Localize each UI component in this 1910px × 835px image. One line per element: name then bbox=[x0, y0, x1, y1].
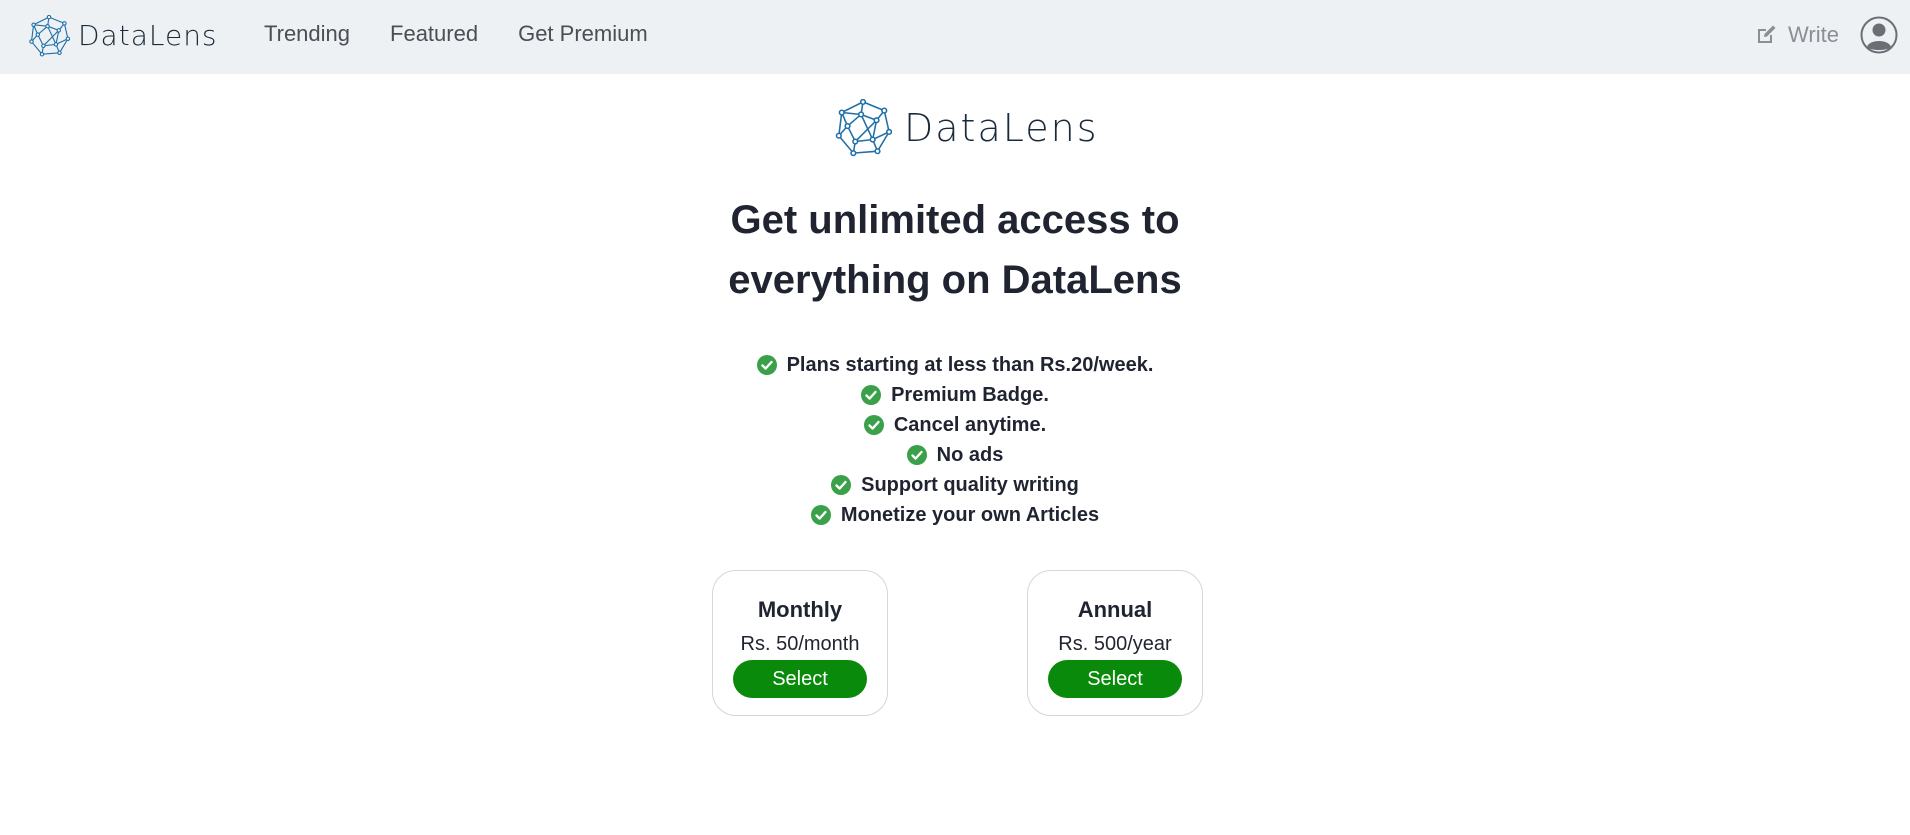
write-button[interactable]: Write bbox=[1754, 20, 1839, 50]
hero-brand-logo: DataLens bbox=[834, 98, 1099, 158]
plan-name: Monthly bbox=[757, 597, 843, 622]
feature-text: Monetize your own Articles bbox=[840, 503, 1100, 526]
nav-link-trending[interactable]: Trending bbox=[264, 21, 350, 47]
feature-list: Plans starting at less than Rs.20/week. … bbox=[0, 350, 1910, 530]
feature-item: Monetize your own Articles bbox=[0, 500, 1910, 530]
nav-link-featured[interactable]: Featured bbox=[390, 21, 478, 47]
brand-logo[interactable]: DataLens bbox=[28, 14, 218, 58]
user-avatar[interactable] bbox=[1860, 16, 1898, 54]
network-globe-icon bbox=[835, 99, 892, 157]
feature-item: Plans starting at less than Rs.20/week. bbox=[0, 350, 1910, 380]
check-circle-icon bbox=[906, 445, 927, 465]
check-circle-icon bbox=[831, 475, 852, 495]
feature-text: No ads bbox=[936, 443, 1004, 466]
pencil-square-icon bbox=[1758, 25, 1776, 43]
feature-text: Plans starting at less than Rs.20/week. bbox=[786, 353, 1154, 376]
feature-item: Premium Badge. bbox=[0, 380, 1910, 410]
page-headline: Get unlimited access to everything on Da… bbox=[0, 190, 1910, 310]
user-circle-icon bbox=[1860, 16, 1898, 54]
hero-brand-name: DataLens bbox=[904, 106, 1099, 150]
plan-price: Rs. 50/month bbox=[740, 633, 860, 655]
plan-card-annual: Annual Rs. 500/year Select bbox=[1027, 570, 1203, 716]
top-navbar: DataLens Trending Featured Get Premium W… bbox=[0, 0, 1910, 74]
headline-line-2: everything on DataLens bbox=[728, 258, 1182, 302]
check-circle-icon bbox=[863, 415, 884, 435]
headline-line-1: Get unlimited access to bbox=[730, 198, 1180, 242]
brand-name: DataLens bbox=[78, 19, 218, 52]
check-circle-icon bbox=[861, 385, 882, 405]
plan-name: Annual bbox=[1077, 597, 1153, 622]
feature-text: Cancel anytime. bbox=[893, 413, 1047, 436]
feature-text: Premium Badge. bbox=[891, 383, 1049, 406]
feature-item: Support quality writing bbox=[0, 470, 1910, 500]
nav-link-get-premium[interactable]: Get Premium bbox=[518, 21, 648, 47]
feature-text: Support quality writing bbox=[861, 473, 1079, 496]
check-circle-icon bbox=[810, 505, 831, 525]
check-circle-icon bbox=[756, 355, 777, 375]
network-globe-icon bbox=[29, 15, 70, 57]
write-label: Write bbox=[1788, 22, 1839, 47]
nav-links: Trending Featured Get Premium bbox=[264, 0, 688, 68]
select-annual-button[interactable]: Select bbox=[1048, 660, 1182, 698]
plan-price: Rs. 500/year bbox=[1058, 633, 1172, 655]
feature-item: Cancel anytime. bbox=[0, 410, 1910, 440]
plan-card-monthly: Monthly Rs. 50/month Select bbox=[712, 570, 888, 716]
select-monthly-button[interactable]: Select bbox=[733, 660, 867, 698]
feature-item: No ads bbox=[0, 440, 1910, 470]
